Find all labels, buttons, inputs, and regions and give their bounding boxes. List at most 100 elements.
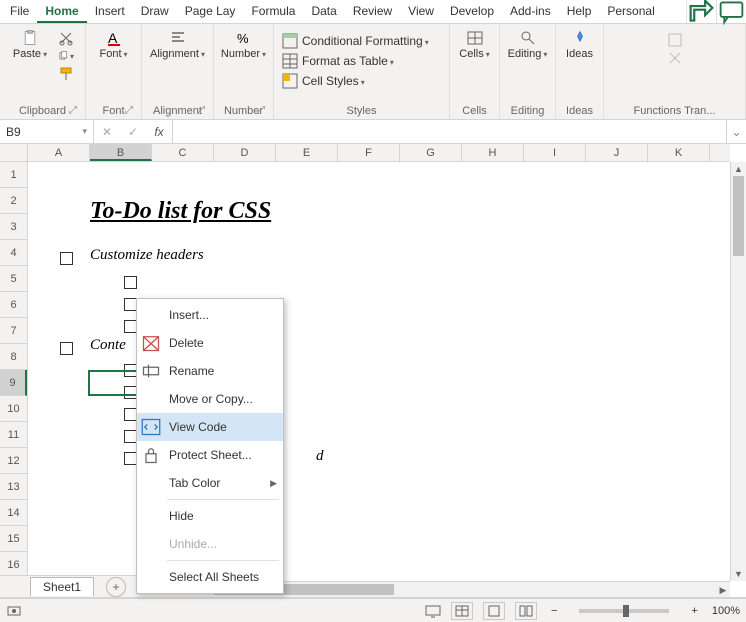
display-settings-icon[interactable] [425,603,441,619]
tab-data[interactable]: Data [303,0,344,23]
tab-view[interactable]: View [400,0,442,23]
row-header-6[interactable]: 6 [0,292,27,318]
normal-view-button[interactable] [451,602,473,620]
col-header-I[interactable]: I [524,144,586,161]
ctx-hide[interactable]: Hide [137,502,283,530]
row-header-4[interactable]: 4 [0,240,27,266]
number-group-button[interactable]: % Number [220,26,267,60]
page-break-view-button[interactable] [515,602,537,620]
table-icon [282,53,298,69]
new-sheet-button[interactable]: + [106,577,126,597]
col-header-C[interactable]: C [152,144,214,161]
tab-pagelayout[interactable]: Page Lay [177,0,244,23]
name-box[interactable]: B9▾ [0,120,94,143]
col-header-H[interactable]: H [462,144,524,161]
group-styles-label: Styles [280,103,443,119]
formula-bar: B9▾ ✕ ✓ fx ⌄ [0,120,746,144]
row-header-10[interactable]: 10 [0,396,27,422]
row-header-8[interactable]: 8 [0,344,27,370]
formula-expand-icon[interactable]: ⌄ [726,120,746,143]
scroll-down-icon[interactable]: ▼ [731,567,746,581]
col-header-J[interactable]: J [586,144,648,161]
sheet-tab-sheet1[interactable]: Sheet1 [30,577,94,596]
row-header-13[interactable]: 13 [0,474,27,500]
col-header-B[interactable]: B [90,144,152,161]
ctx-move-copy[interactable]: Move or Copy... [137,385,283,413]
tab-review[interactable]: Review [345,0,400,23]
zoom-slider-knob[interactable] [623,605,629,617]
share-button[interactable] [686,0,716,23]
row-header-11[interactable]: 11 [0,422,27,448]
alignment-group-button[interactable]: Alignment [148,26,207,60]
cell-styles-button[interactable]: Cell Styles [280,72,431,90]
checkbox-1a[interactable] [124,276,137,289]
row-header-14[interactable]: 14 [0,500,27,526]
ctx-protect-sheet[interactable]: Protect Sheet... [137,441,283,469]
copy-icon[interactable] [58,48,74,64]
tab-help[interactable]: Help [559,0,600,23]
zoom-in-button[interactable]: + [687,605,701,617]
row-header-12[interactable]: 12 [0,448,27,474]
font-launcher-icon[interactable]: ⤢ [123,105,135,117]
col-header-E[interactable]: E [276,144,338,161]
editing-group-button[interactable]: Editing [506,26,549,60]
zoom-level[interactable]: 100% [712,605,740,617]
cut-icon[interactable] [58,30,74,46]
col-header-D[interactable]: D [214,144,276,161]
zoom-slider[interactable] [579,609,669,613]
tab-insert[interactable]: Insert [87,0,133,23]
select-all-triangle[interactable] [0,144,28,161]
ctx-delete[interactable]: Delete [137,329,283,357]
comments-button[interactable] [716,0,746,23]
col-header-K[interactable]: K [648,144,710,161]
scroll-right-icon[interactable]: ▶ [716,582,730,597]
tab-draw[interactable]: Draw [133,0,177,23]
vscroll-thumb[interactable] [733,176,744,256]
enter-formula-icon[interactable]: ✓ [120,125,146,139]
ctx-select-all-sheets[interactable]: Select All Sheets [137,563,283,591]
functions-icon[interactable] [667,32,683,48]
clipboard-launcher-icon[interactable]: ⤢ [67,105,79,117]
ctx-view-code[interactable]: View Code [137,413,283,441]
cells-area[interactable]: To-Do list for CSS Customize headers Con… [28,162,730,581]
checkbox-2[interactable] [60,342,73,355]
col-header-F[interactable]: F [338,144,400,161]
record-macro-icon[interactable] [6,603,22,619]
scroll-up-icon[interactable]: ▲ [731,162,746,176]
functions-icon2[interactable] [667,50,683,66]
row-header-1[interactable]: 1 [0,162,27,188]
checkbox-1[interactable] [60,252,73,265]
ctx-tab-color[interactable]: Tab Color▶ [137,469,283,497]
alignment-launcher-icon[interactable]: ⤢ [195,105,207,117]
number-launcher-icon[interactable]: ⤢ [255,105,267,117]
fx-icon[interactable]: fx [146,125,172,139]
col-header-A[interactable]: A [28,144,90,161]
tab-addins[interactable]: Add-ins [502,0,559,23]
zoom-out-button[interactable]: − [547,605,561,617]
font-group-button[interactable]: A Font [92,26,135,60]
cancel-formula-icon[interactable]: ✕ [94,125,120,139]
row-header-15[interactable]: 15 [0,526,27,552]
ctx-rename[interactable]: Rename [137,357,283,385]
tab-file[interactable]: File [2,0,37,23]
conditional-formatting-button[interactable]: Conditional Formatting [280,32,431,50]
tab-personal[interactable]: Personal [599,0,662,23]
cells-group-button[interactable]: Cells [456,26,493,60]
paste-button[interactable]: Paste [6,26,54,60]
tab-developer[interactable]: Develop [442,0,502,23]
ctx-insert[interactable]: Insert... [137,301,283,329]
tab-home[interactable]: Home [37,0,86,23]
format-painter-icon[interactable] [58,66,74,82]
vertical-scrollbar[interactable]: ▲ ▼ [730,162,746,581]
col-header-G[interactable]: G [400,144,462,161]
row-header-5[interactable]: 5 [0,266,27,292]
formula-input[interactable] [173,120,726,143]
row-header-2[interactable]: 2 [0,188,27,214]
row-header-7[interactable]: 7 [0,318,27,344]
format-as-table-button[interactable]: Format as Table [280,52,431,70]
ideas-button[interactable]: Ideas [562,26,597,60]
row-header-9[interactable]: 9 [0,370,27,396]
page-layout-view-button[interactable] [483,602,505,620]
tab-formulas[interactable]: Formula [243,0,303,23]
row-header-3[interactable]: 3 [0,214,27,240]
